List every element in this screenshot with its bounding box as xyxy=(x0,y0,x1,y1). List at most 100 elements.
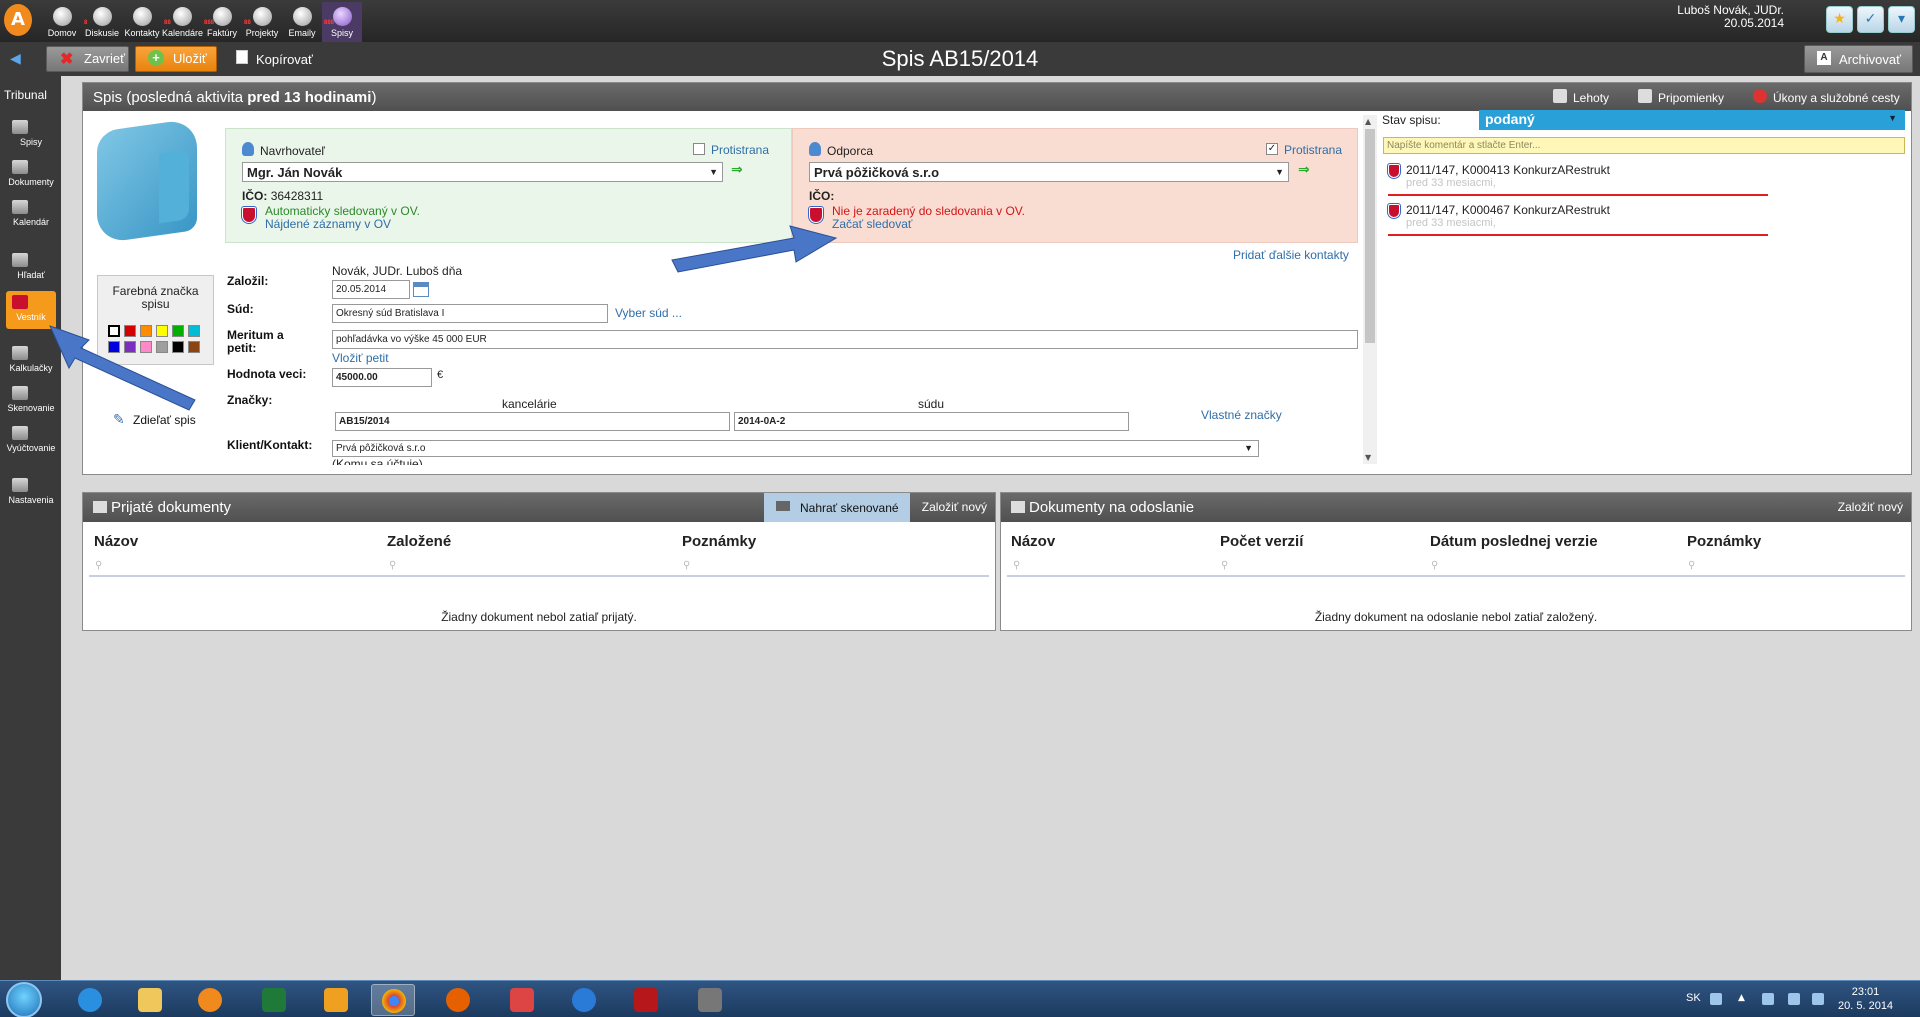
taskbar-outlook[interactable] xyxy=(314,984,358,1016)
scroll-up-icon[interactable]: ▲ xyxy=(1365,117,1371,126)
sidebar-item-hladat[interactable]: Hľadať xyxy=(6,253,56,280)
value-input[interactable]: 45000.00 xyxy=(332,368,432,387)
clock[interactable]: 23:01 20. 5. 2014 xyxy=(1838,985,1893,1013)
taskbar-excel[interactable] xyxy=(252,984,296,1016)
app-diskusie[interactable]: 8 Diskusie xyxy=(82,2,122,42)
color-swatch[interactable] xyxy=(124,341,136,353)
scroll-down-icon[interactable]: ▼ xyxy=(1365,453,1371,462)
add-contacts-link[interactable]: Pridať ďalšie kontakty xyxy=(1233,248,1349,262)
copy-button[interactable]: Kopírovať xyxy=(234,50,313,67)
app-spisy[interactable]: 888 Spisy xyxy=(322,2,362,42)
date-input[interactable]: 20.05.2014 xyxy=(332,280,410,299)
color-swatch[interactable] xyxy=(188,341,200,353)
column-header[interactable]: Dátum poslednej verzie xyxy=(1430,533,1598,550)
taskbar-ccleaner[interactable] xyxy=(562,984,606,1016)
create-new-button[interactable]: Založiť nový xyxy=(922,500,987,514)
share-file-button[interactable]: ✎ Zdieľať spis xyxy=(113,411,196,427)
color-swatch[interactable] xyxy=(172,325,184,337)
search-icon[interactable]: ⚲ xyxy=(1013,560,1020,571)
arrow-right-icon[interactable]: ⇒ xyxy=(1298,162,1310,178)
sidebar-item-spisy[interactable]: Spisy xyxy=(6,120,56,147)
sidebar-item-nastavenia[interactable]: Nastavenia xyxy=(6,478,56,505)
column-header[interactable]: Názov xyxy=(94,533,138,550)
office-tag-input[interactable]: AB15/2014 xyxy=(335,412,730,431)
taskbar-tools[interactable] xyxy=(688,984,732,1016)
app-kontakty[interactable]: Kontakty xyxy=(122,2,162,42)
language-indicator[interactable]: SK xyxy=(1686,992,1701,1004)
speaker-icon[interactable] xyxy=(1812,993,1824,1005)
flag-icon[interactable] xyxy=(1788,993,1800,1005)
select-court-link[interactable]: Vyber súd ... xyxy=(615,306,682,320)
scrollbar-thumb[interactable] xyxy=(1365,129,1375,343)
column-header[interactable]: Počet verzií xyxy=(1220,533,1303,550)
close-button[interactable]: ✖ Zavrieť xyxy=(46,46,129,72)
color-swatch[interactable] xyxy=(108,341,120,353)
sidebar-item-vestnik[interactable]: Vestník xyxy=(6,291,56,329)
client-select[interactable]: Prvá pôžičková s.r.o ▼ xyxy=(332,440,1259,457)
color-swatch[interactable] xyxy=(188,325,200,337)
checkbox[interactable]: ✓ xyxy=(1266,143,1278,155)
sidebar-item-dokumenty[interactable]: Dokumenty xyxy=(6,160,56,187)
upload-scanned-button[interactable]: Nahrať skenované xyxy=(764,493,910,522)
color-swatch[interactable] xyxy=(172,341,184,353)
tasks-button[interactable]: ✓ xyxy=(1857,6,1884,33)
sidebar-item-kalkulacky[interactable]: Kalkulačky xyxy=(6,346,56,373)
status-select[interactable]: podaný ▼ xyxy=(1479,110,1905,130)
app-projekty[interactable]: 88 Projekty xyxy=(242,2,282,42)
column-header[interactable]: Založené xyxy=(387,533,451,550)
counterparty-checkbox[interactable]: ✓ Protistrana xyxy=(1266,143,1342,157)
taskbar-chrome[interactable] xyxy=(371,984,415,1016)
search-icon[interactable]: ⚲ xyxy=(95,560,102,571)
comment-input[interactable]: Napíšte komentár a stlačte Enter... xyxy=(1383,137,1905,154)
custom-tags-link[interactable]: Vlastné značky xyxy=(1201,408,1282,422)
taskbar-firefox[interactable] xyxy=(436,984,480,1016)
search-icon[interactable]: ⚲ xyxy=(1688,560,1695,571)
party-select[interactable]: Prvá pôžičková s.r.o ▼ xyxy=(809,162,1289,182)
app-kalendare[interactable]: 88 Kalendáre xyxy=(162,2,203,42)
app-faktury[interactable]: 888 Faktúry xyxy=(202,2,242,42)
sidebar-item-kalendar[interactable]: Kalendár xyxy=(6,200,56,227)
column-header[interactable]: Poznámky xyxy=(1687,533,1761,550)
party-select[interactable]: Mgr. Ján Novák ▼ xyxy=(242,162,723,182)
bulletin-entry[interactable]: 2011/147, K000467 KonkurzARestrukt pred 3… xyxy=(1388,204,1768,236)
column-header[interactable]: Názov xyxy=(1011,533,1055,550)
color-swatch[interactable] xyxy=(156,341,168,353)
sidebar-item-vyuctovanie[interactable]: Vyúčtovanie xyxy=(6,426,56,453)
taskbar-ie[interactable] xyxy=(68,984,112,1016)
search-icon[interactable]: ⚲ xyxy=(389,560,396,571)
search-icon[interactable]: ⚲ xyxy=(1221,560,1228,571)
sidebar-item-skenovanie[interactable]: Skenovanie xyxy=(6,386,56,413)
app-logo[interactable]: A xyxy=(4,4,32,36)
color-swatch[interactable] xyxy=(124,325,136,337)
user-info[interactable]: Luboš Novák, JUDr. 20.05.2014 xyxy=(1677,4,1784,30)
color-swatch[interactable] xyxy=(108,325,120,337)
calendar-icon[interactable] xyxy=(413,282,429,297)
taskbar-apps[interactable] xyxy=(500,984,544,1016)
taskbar-filezilla[interactable] xyxy=(624,984,668,1016)
search-icon[interactable]: ⚲ xyxy=(1431,560,1438,571)
court-input[interactable]: Okresný súd Bratislava I xyxy=(332,304,608,323)
tray-app-icon[interactable] xyxy=(1762,993,1774,1005)
bulletin-entry[interactable]: 2011/147, K000413 KonkurzARestrukt pred 3… xyxy=(1388,164,1768,196)
arrow-right-icon[interactable]: ⇒ xyxy=(731,162,743,178)
link-ukony[interactable]: Úkony a služobné cesty xyxy=(1753,89,1900,105)
taskbar-explorer[interactable] xyxy=(128,984,172,1016)
search-icon[interactable]: ⚲ xyxy=(683,560,690,571)
archive-button[interactable]: A Archivovať xyxy=(1804,45,1913,73)
checkbox[interactable] xyxy=(693,143,705,155)
court-tag-input[interactable]: 2014-0A-2 xyxy=(734,412,1129,431)
column-header[interactable]: Poznámky xyxy=(682,533,756,550)
color-swatch[interactable] xyxy=(140,325,152,337)
create-new-button[interactable]: Založiť nový xyxy=(1838,500,1903,514)
sidebar-toggle-button[interactable]: ◀ xyxy=(10,51,21,67)
start-tracking-link[interactable]: Začať sledovať xyxy=(832,218,1025,231)
menu-button[interactable]: ▾ xyxy=(1888,6,1915,33)
favorites-button[interactable]: ★ xyxy=(1826,6,1853,33)
keyboard-icon[interactable] xyxy=(1710,993,1722,1005)
color-swatch[interactable] xyxy=(156,325,168,337)
start-button[interactable] xyxy=(6,982,42,1017)
link-lehoty[interactable]: Lehoty xyxy=(1553,89,1609,105)
color-swatch[interactable] xyxy=(140,341,152,353)
insert-petit-link[interactable]: Vložiť petit xyxy=(332,351,389,365)
app-emaily[interactable]: Emaily xyxy=(282,2,322,42)
